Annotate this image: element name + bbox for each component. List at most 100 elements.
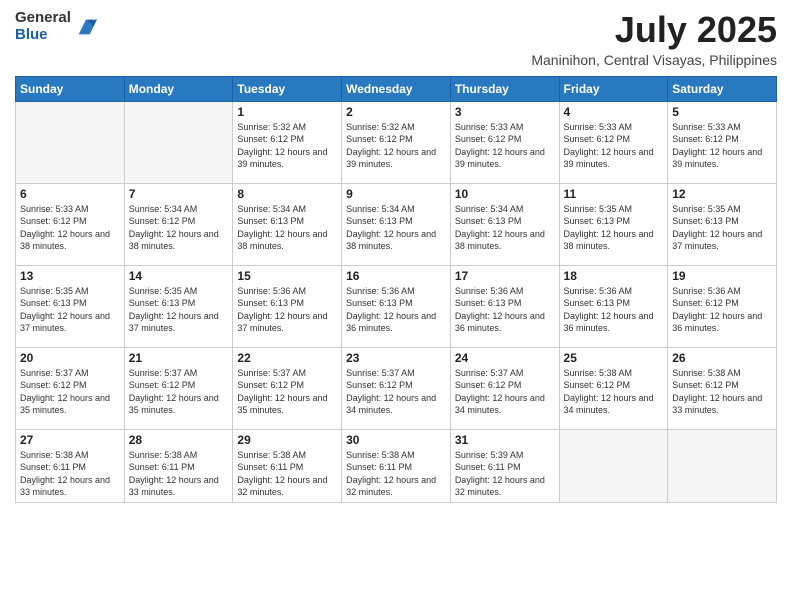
table-row: 21Sunrise: 5:37 AM Sunset: 6:12 PM Dayli… [124,347,233,429]
table-row: 11 Sunrise: 5:35 AM Sunset: 6:13 PM Dayli… [559,183,668,265]
day-number: 31 [455,433,555,447]
day-number: 22 [237,351,337,365]
table-row: 31 Sunrise: 5:39 AM Sunset: 6:11 PM Dayli… [450,429,559,502]
day-number: 30 [346,433,446,447]
day-info: Sunrise: 5:33 AM Sunset: 6:12 PM Dayligh… [672,121,772,171]
day-number: 14 [129,269,229,283]
title-area: July 2025 Maninihon, Central Visayas, Ph… [531,10,777,68]
day-number: 18 [564,269,664,283]
location-title: Maninihon, Central Visayas, Philippines [531,52,777,68]
day-number: 15 [237,269,337,283]
table-row: 13 Sunrise: 5:35 AM Sunset: 6:13 PM Dayli… [16,265,125,347]
table-row [16,101,125,183]
table-row: 20 Sunrise: 5:37 AM Sunset: 6:12 PM Dayli… [16,347,125,429]
logo-text: General Blue [15,10,71,43]
table-row: 26Sunrise: 5:38 AM Sunset: 6:12 PM Dayli… [668,347,777,429]
table-row: 14 Sunrise: 5:35 AM Sunset: 6:13 PM Dayli… [124,265,233,347]
day-number: 2 [346,105,446,119]
day-number: 4 [564,105,664,119]
day-number: 20 [20,351,120,365]
table-row: 17Sunrise: 5:36 AM Sunset: 6:13 PM Dayli… [450,265,559,347]
logo-general: General [15,10,71,27]
day-info: Sunrise: 5:38 AM Sunset: 6:11 PM Dayligh… [20,449,120,499]
day-info: Sunrise: 5:38 AM Sunset: 6:11 PM Dayligh… [346,449,446,499]
day-info: Sunrise: 5:38 AM Sunset: 6:11 PM Dayligh… [237,449,337,499]
day-number: 21 [129,351,229,365]
table-row: 15 Sunrise: 5:36 AM Sunset: 6:13 PM Dayli… [233,265,342,347]
day-info: Sunrise: 5:35 AM Sunset: 6:13 PM Dayligh… [672,203,772,253]
day-info: Sunrise: 5:38 AM Sunset: 6:12 PM Dayligh… [672,367,772,417]
day-info: Sunrise: 5:36 AM Sunset: 6:13 PM Dayligh… [346,285,446,335]
table-row [559,429,668,502]
table-row [668,429,777,502]
header-monday: Monday [124,76,233,101]
day-info: Sunrise: 5:34 AM Sunset: 6:13 PM Dayligh… [237,203,337,253]
header-saturday: Saturday [668,76,777,101]
table-row: 30 Sunrise: 5:38 AM Sunset: 6:11 PM Dayli… [342,429,451,502]
table-row: 19Sunrise: 5:36 AM Sunset: 6:12 PM Dayli… [668,265,777,347]
day-number: 8 [237,187,337,201]
table-row: 9Sunrise: 5:34 AM Sunset: 6:13 PM Daylig… [342,183,451,265]
calendar-table: Sunday Monday Tuesday Wednesday Thursday… [15,76,777,503]
day-number: 25 [564,351,664,365]
table-row: 4Sunrise: 5:33 AM Sunset: 6:12 PM Daylig… [559,101,668,183]
table-row: 12 Sunrise: 5:35 AM Sunset: 6:13 PM Dayli… [668,183,777,265]
day-info: Sunrise: 5:37 AM Sunset: 6:12 PM Dayligh… [20,367,120,417]
calendar-header-row: Sunday Monday Tuesday Wednesday Thursday… [16,76,777,101]
day-number: 10 [455,187,555,201]
day-info: Sunrise: 5:33 AM Sunset: 6:12 PM Dayligh… [20,203,120,253]
header-tuesday: Tuesday [233,76,342,101]
day-number: 1 [237,105,337,119]
header-thursday: Thursday [450,76,559,101]
day-number: 11 [564,187,664,201]
table-row: 3 Sunrise: 5:33 AM Sunset: 6:12 PM Daylig… [450,101,559,183]
table-row: 18Sunrise: 5:36 AM Sunset: 6:13 PM Dayli… [559,265,668,347]
day-info: Sunrise: 5:37 AM Sunset: 6:12 PM Dayligh… [346,367,446,417]
table-row: 29 Sunrise: 5:38 AM Sunset: 6:11 PM Dayli… [233,429,342,502]
day-number: 19 [672,269,772,283]
header-sunday: Sunday [16,76,125,101]
day-info: Sunrise: 5:38 AM Sunset: 6:11 PM Dayligh… [129,449,229,499]
day-info: Sunrise: 5:34 AM Sunset: 6:12 PM Dayligh… [129,203,229,253]
table-row: 24Sunrise: 5:37 AM Sunset: 6:12 PM Dayli… [450,347,559,429]
day-info: Sunrise: 5:38 AM Sunset: 6:12 PM Dayligh… [564,367,664,417]
day-number: 28 [129,433,229,447]
day-info: Sunrise: 5:36 AM Sunset: 6:13 PM Dayligh… [237,285,337,335]
table-row: 25 Sunrise: 5:38 AM Sunset: 6:12 PM Dayli… [559,347,668,429]
table-row: 5 Sunrise: 5:33 AM Sunset: 6:12 PM Daylig… [668,101,777,183]
table-row: 2Sunrise: 5:32 AM Sunset: 6:12 PM Daylig… [342,101,451,183]
header-wednesday: Wednesday [342,76,451,101]
table-row: 27 Sunrise: 5:38 AM Sunset: 6:11 PM Dayli… [16,429,125,502]
day-number: 12 [672,187,772,201]
day-number: 16 [346,269,446,283]
table-row: 7 Sunrise: 5:34 AM Sunset: 6:12 PM Daylig… [124,183,233,265]
day-info: Sunrise: 5:35 AM Sunset: 6:13 PM Dayligh… [20,285,120,335]
header: General Blue July 2025 Maninihon, Centra… [15,10,777,68]
table-row: 16 Sunrise: 5:36 AM Sunset: 6:13 PM Dayli… [342,265,451,347]
logo: General Blue [15,10,97,43]
day-info: Sunrise: 5:34 AM Sunset: 6:13 PM Dayligh… [455,203,555,253]
table-row: 22 Sunrise: 5:37 AM Sunset: 6:12 PM Dayli… [233,347,342,429]
day-number: 5 [672,105,772,119]
table-row: 8 Sunrise: 5:34 AM Sunset: 6:13 PM Daylig… [233,183,342,265]
day-number: 23 [346,351,446,365]
day-info: Sunrise: 5:35 AM Sunset: 6:13 PM Dayligh… [129,285,229,335]
header-friday: Friday [559,76,668,101]
table-row: 28 Sunrise: 5:38 AM Sunset: 6:11 PM Dayli… [124,429,233,502]
day-number: 24 [455,351,555,365]
day-number: 9 [346,187,446,201]
day-info: Sunrise: 5:35 AM Sunset: 6:13 PM Dayligh… [564,203,664,253]
table-row: 10 Sunrise: 5:34 AM Sunset: 6:13 PM Dayli… [450,183,559,265]
day-info: Sunrise: 5:39 AM Sunset: 6:11 PM Dayligh… [455,449,555,499]
logo-blue: Blue [15,27,71,44]
table-row [124,101,233,183]
day-number: 3 [455,105,555,119]
day-number: 29 [237,433,337,447]
table-row: 1Sunrise: 5:32 AM Sunset: 6:12 PM Daylig… [233,101,342,183]
day-info: Sunrise: 5:37 AM Sunset: 6:12 PM Dayligh… [237,367,337,417]
day-number: 13 [20,269,120,283]
day-number: 6 [20,187,120,201]
day-number: 27 [20,433,120,447]
day-info: Sunrise: 5:33 AM Sunset: 6:12 PM Dayligh… [455,121,555,171]
day-number: 7 [129,187,229,201]
